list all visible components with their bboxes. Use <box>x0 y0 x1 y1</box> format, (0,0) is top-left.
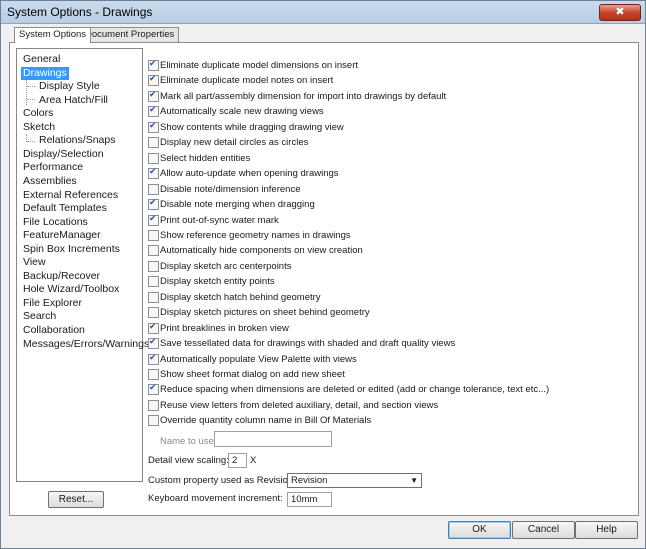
option-checkbox[interactable] <box>148 229 159 241</box>
option-label: Eliminate duplicate model dimensions on … <box>160 60 359 71</box>
name-to-use-input[interactable] <box>214 431 332 447</box>
option-label: Override quantity column name in Bill Of… <box>160 415 372 427</box>
category-tree[interactable]: General Drawings Display Style Area Hatch/F… <box>16 48 149 482</box>
ok-button[interactable]: OK <box>448 521 511 539</box>
option-checkbox[interactable] <box>148 321 159 334</box>
nav-item-sketch[interactable]: Sketch <box>21 121 57 134</box>
keyboard-increment-label: Keyboard movement increment: <box>148 493 283 504</box>
nav-item-view[interactable]: View <box>21 256 48 269</box>
nav-item-collaboration[interactable]: Collaboration <box>21 324 87 337</box>
option-label: Eliminate duplicate model notes on inser… <box>160 75 334 87</box>
window-title: System Options - Drawings <box>7 5 153 19</box>
option-label: Select hidden entities <box>160 152 251 164</box>
option-checkbox[interactable] <box>148 260 159 272</box>
option-label: Allow auto-update when opening drawings <box>160 168 339 180</box>
option-label: Reuse view letters from deleted auxiliar… <box>160 399 439 411</box>
nav-item-featuremanager[interactable]: FeatureManager <box>21 229 103 242</box>
option-label: Display sketch pictures on sheet behind … <box>160 307 370 319</box>
nav-item-search[interactable]: Search <box>21 310 58 323</box>
dropdown-arrow-icon: ▼ <box>410 476 418 485</box>
option-checkbox[interactable] <box>148 73 159 87</box>
detail-scaling-input[interactable]: 2 <box>228 453 247 468</box>
tree-connector <box>27 99 35 100</box>
option-label: Save tessellated data for drawings with … <box>160 338 456 350</box>
option-checkbox[interactable] <box>148 152 159 164</box>
custom-property-label: Custom property used as Revision: <box>148 475 296 486</box>
nav-item-area-hatch-fill[interactable]: Area Hatch/Fill <box>37 94 110 107</box>
option-label: Show contents while dragging drawing vie… <box>160 121 344 133</box>
title-bar: System Options - Drawings ✖ <box>1 1 645 24</box>
option-label: Automatically hide components on view cr… <box>160 245 363 257</box>
tree-connector <box>27 86 35 87</box>
detail-scaling-unit: X <box>250 455 257 466</box>
nav-item-colors[interactable]: Colors <box>21 107 55 120</box>
tree-connector <box>27 141 35 142</box>
option-checkbox[interactable] <box>148 183 159 195</box>
option-label: Display sketch entity points <box>160 276 275 288</box>
nav-item-display-selection[interactable]: Display/Selection <box>21 148 106 161</box>
option-label: Display sketch arc centerpoints <box>160 260 292 272</box>
nav-item-backup-recover[interactable]: Backup/Recover <box>21 270 102 283</box>
nav-item-external-references[interactable]: External References <box>21 189 120 202</box>
nav-item-performance[interactable]: Performance <box>21 161 85 174</box>
system-options-window: System Options - Drawings ✖ System Optio… <box>0 0 646 549</box>
option-checkbox[interactable] <box>148 291 159 303</box>
cancel-button[interactable]: Cancel <box>512 521 575 539</box>
tab-system-options[interactable]: System Options <box>14 27 92 43</box>
option-checkbox[interactable] <box>148 307 159 319</box>
help-button[interactable]: Help <box>575 521 638 539</box>
option-checkbox[interactable] <box>148 137 159 149</box>
option-checkbox[interactable] <box>148 336 159 350</box>
option-label: Print breaklines in broken view <box>160 322 289 334</box>
option-label: Reduce spacing when dimensions are delet… <box>160 384 550 396</box>
option-label: Display sketch hatch behind geometry <box>160 291 321 303</box>
option-checkbox[interactable] <box>148 104 159 118</box>
option-label: Display new detail circles as circles <box>160 137 309 149</box>
option-checkbox[interactable] <box>148 382 159 396</box>
option-checkbox[interactable] <box>148 352 159 365</box>
close-button[interactable]: ✖ <box>599 4 641 21</box>
option-checkbox[interactable] <box>148 369 159 380</box>
option-checkbox[interactable] <box>148 245 159 257</box>
keyboard-increment-input[interactable]: 10mm <box>287 492 332 507</box>
option-checkbox[interactable] <box>148 58 159 71</box>
nav-item-hole-wizard-toolbox[interactable]: Hole Wizard/Toolbox <box>21 283 121 296</box>
nav-item-default-templates[interactable]: Default Templates <box>21 202 109 215</box>
option-label: Automatically populate View Palette with… <box>160 353 357 365</box>
option-label: Show reference geometry names in drawing… <box>160 229 351 241</box>
detail-scaling-label: Detail view scaling: <box>148 455 229 466</box>
nav-item-relations-snaps[interactable]: Relations/Snaps <box>37 134 117 147</box>
custom-property-value: Revision <box>291 475 328 486</box>
option-label: Print out-of-sync water mark <box>160 214 279 226</box>
option-checkbox[interactable] <box>148 399 159 411</box>
option-checkbox[interactable] <box>148 415 159 427</box>
options-panel: General Drawings Display Style Area Hatch/F… <box>9 42 639 516</box>
option-checkbox[interactable] <box>148 213 159 226</box>
nav-item-assemblies[interactable]: Assemblies <box>21 175 79 188</box>
custom-property-select[interactable]: Revision ▼ <box>287 473 422 488</box>
option-label: Mark all part/assembly dimension for imp… <box>160 90 447 102</box>
option-label: Automatically scale new drawing views <box>160 106 324 118</box>
option-checkbox[interactable] <box>148 166 159 180</box>
option-label: Show sheet format dialog on add new shee… <box>160 369 345 380</box>
tree-connector <box>26 80 27 105</box>
nav-item-spin-box-increments[interactable]: Spin Box Increments <box>21 243 122 256</box>
option-label: Disable note merging when dragging <box>160 199 315 211</box>
option-checkbox[interactable] <box>148 89 159 102</box>
tab-document-properties[interactable]: Document Properties <box>80 27 180 42</box>
nav-item-file-explorer[interactable]: File Explorer <box>21 297 84 310</box>
reset-button[interactable]: Reset... <box>48 491 104 508</box>
name-to-use-label: Name to use: <box>160 436 217 447</box>
nav-item-drawings[interactable]: Drawings <box>21 66 69 80</box>
option-checkbox[interactable] <box>148 276 159 288</box>
nav-item-display-style[interactable]: Display Style <box>37 80 102 93</box>
nav-item-file-locations[interactable]: File Locations <box>21 216 90 229</box>
nav-item-general[interactable]: General <box>21 53 62 66</box>
nav-item-messages-errors-warnings[interactable]: Messages/Errors/Warnings <box>21 338 151 351</box>
option-checkbox[interactable] <box>148 197 159 211</box>
option-checkbox[interactable] <box>148 120 159 133</box>
option-label: Disable note/dimension inference <box>160 183 301 195</box>
